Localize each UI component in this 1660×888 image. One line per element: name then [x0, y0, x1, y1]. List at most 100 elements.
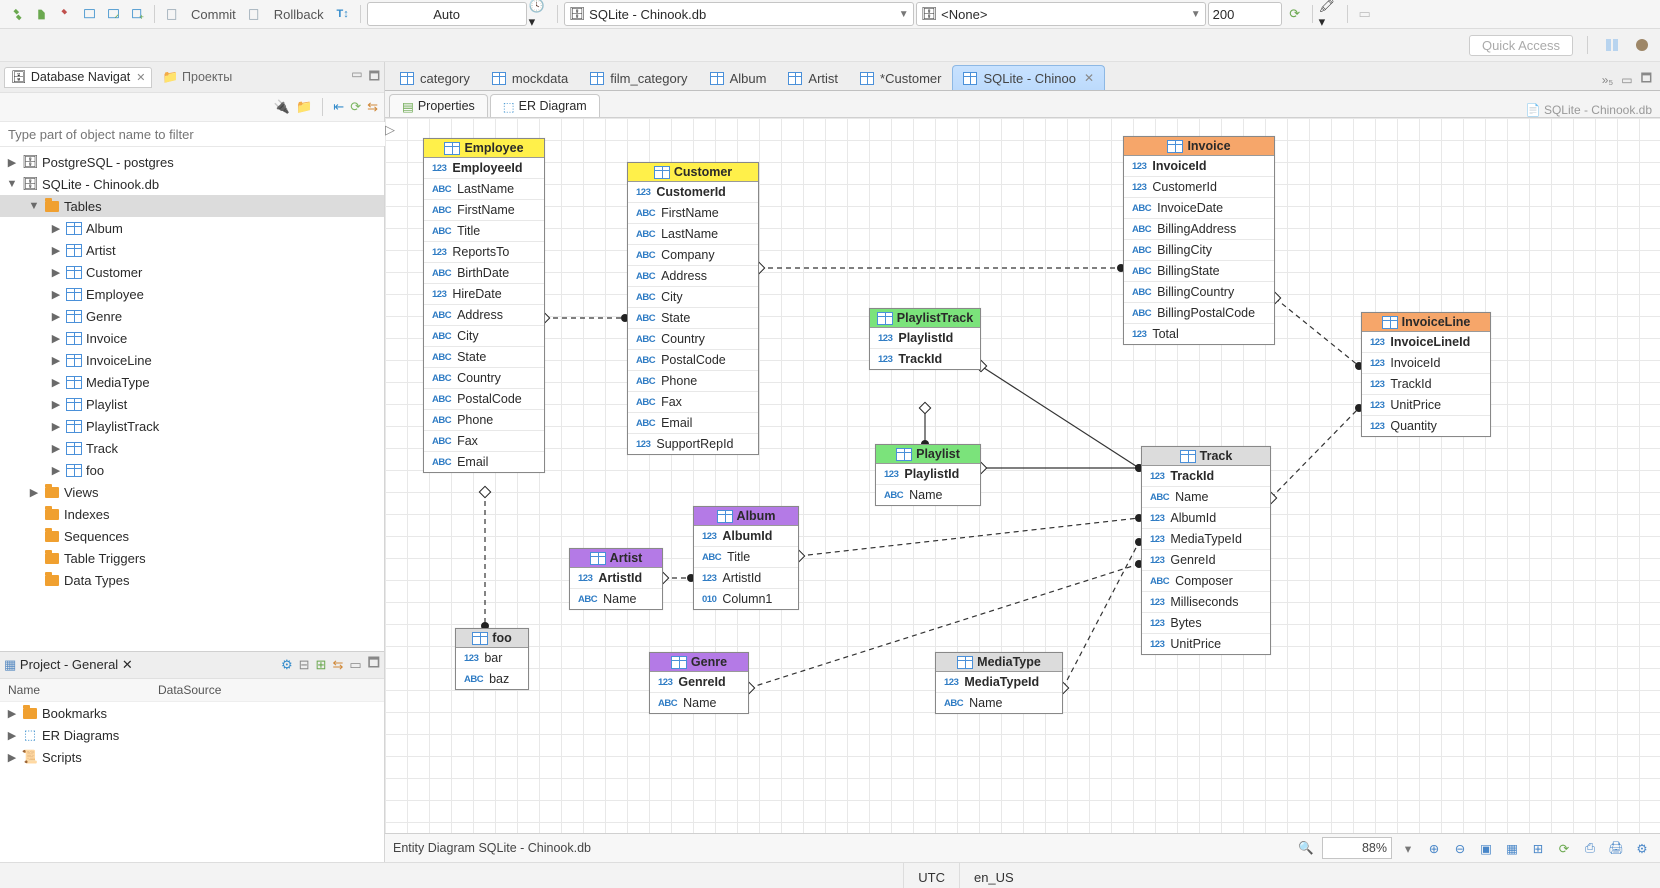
- expand-arrow-icon[interactable]: ▶: [6, 729, 18, 742]
- expand-arrow-icon[interactable]: ▶: [6, 707, 18, 720]
- dbeaver-icon[interactable]: [1632, 35, 1652, 55]
- editor-tab[interactable]: SQLite - Chinoo✕: [952, 65, 1105, 90]
- expand-arrow-icon[interactable]: ▶: [50, 442, 62, 455]
- refresh-icon[interactable]: ⟳: [350, 99, 361, 115]
- perspective-icon[interactable]: [1602, 35, 1622, 55]
- expand-arrow-icon[interactable]: ▶: [50, 244, 62, 257]
- tree-item[interactable]: ▶Invoice: [0, 327, 384, 349]
- expand-arrow-icon[interactable]: ▶: [50, 354, 62, 367]
- connect-icon[interactable]: 🔌: [274, 99, 290, 115]
- expand-arrow-icon[interactable]: ▶: [50, 266, 62, 279]
- editor-tab[interactable]: category: [389, 65, 481, 90]
- entity-column[interactable]: ABCbaz: [456, 669, 528, 689]
- entity-column[interactable]: 123AlbumId: [1142, 508, 1270, 529]
- entity-foo[interactable]: foo123barABCbaz: [455, 628, 529, 690]
- entity-column[interactable]: ABCPostalCode: [424, 389, 544, 410]
- tree-item[interactable]: Data Types: [0, 569, 384, 591]
- gear-icon[interactable]: ⚙: [1632, 838, 1652, 858]
- tree-item[interactable]: ▶foo: [0, 459, 384, 481]
- connect-icon[interactable]: [30, 3, 52, 25]
- grid-icon[interactable]: ▦: [1502, 838, 1522, 858]
- expand-arrow-icon[interactable]: ▶: [28, 486, 40, 499]
- project-item[interactable]: ▶Bookmarks: [0, 702, 384, 724]
- tree-item[interactable]: Indexes: [0, 503, 384, 525]
- entity-header[interactable]: Customer: [628, 163, 758, 182]
- entity-column[interactable]: ABCCompany: [628, 245, 758, 266]
- entity-column[interactable]: ABCCountry: [628, 329, 758, 350]
- entity-column[interactable]: 123Milliseconds: [1142, 592, 1270, 613]
- editor-tab[interactable]: mockdata: [481, 65, 579, 90]
- entity-header[interactable]: MediaType: [936, 653, 1062, 672]
- entity-header[interactable]: Genre: [650, 653, 748, 672]
- expand-arrow-icon[interactable]: ▶: [50, 398, 62, 411]
- entity-column[interactable]: ABCFirstName: [628, 203, 758, 224]
- projects-tab[interactable]: 📁 Проекты: [156, 68, 238, 87]
- quick-access[interactable]: Quick Access: [1469, 35, 1573, 56]
- entity-track[interactable]: Track123TrackIdABCName123AlbumId123Media…: [1141, 446, 1271, 655]
- entity-column[interactable]: ABCName: [1142, 487, 1270, 508]
- entity-column[interactable]: 123MediaTypeId: [936, 672, 1062, 693]
- entity-column[interactable]: ABCEmail: [424, 452, 544, 472]
- project-tab[interactable]: ▦ Project - General ✕: [4, 657, 133, 673]
- entity-column[interactable]: 123CustomerId: [1124, 177, 1274, 198]
- entity-column[interactable]: ABCTitle: [424, 221, 544, 242]
- entity-genre[interactable]: Genre123GenreIdABCName: [649, 652, 749, 714]
- disconnect-icon[interactable]: [54, 3, 76, 25]
- entity-column[interactable]: 123GenreId: [650, 672, 748, 693]
- entity-customer[interactable]: Customer123CustomerIdABCFirstNameABCLast…: [627, 162, 759, 455]
- highlight-icon[interactable]: 🖍▾: [1319, 3, 1341, 25]
- entity-column[interactable]: ABCFirstName: [424, 200, 544, 221]
- entity-playlist[interactable]: Playlist123PlaylistIdABCName: [875, 444, 981, 506]
- print-icon[interactable]: 🖨: [1606, 838, 1626, 858]
- entity-column[interactable]: 123Quantity: [1362, 416, 1490, 436]
- commit-label[interactable]: Commit: [185, 7, 242, 22]
- tree-item[interactable]: ▶Album: [0, 217, 384, 239]
- entity-column[interactable]: ABCInvoiceDate: [1124, 198, 1274, 219]
- entity-invoiceline[interactable]: InvoiceLine123InvoiceLineId123InvoiceId1…: [1361, 312, 1491, 437]
- tx-mode-icon[interactable]: T↕: [332, 3, 354, 25]
- tree-item[interactable]: ▶Genre: [0, 305, 384, 327]
- tree-item[interactable]: Sequences: [0, 525, 384, 547]
- entity-column[interactable]: 123ArtistId: [570, 568, 662, 589]
- entity-column[interactable]: ABCBillingCountry: [1124, 282, 1274, 303]
- project-item[interactable]: ▶📜Scripts: [0, 746, 384, 768]
- close-icon[interactable]: ✕: [1084, 71, 1094, 85]
- entity-column[interactable]: 123PlaylistId: [870, 328, 980, 349]
- nav-filter-input[interactable]: [0, 122, 400, 146]
- minimize-icon[interactable]: ▭: [351, 67, 362, 88]
- entity-column[interactable]: ABCBillingAddress: [1124, 219, 1274, 240]
- entity-column[interactable]: 123EmployeeId: [424, 158, 544, 179]
- editor-tab[interactable]: film_category: [579, 65, 698, 90]
- sql-console-icon[interactable]: [78, 3, 100, 25]
- entity-header[interactable]: Employee: [424, 139, 544, 158]
- entity-column[interactable]: 123UnitPrice: [1362, 395, 1490, 416]
- refresh-icon[interactable]: ⟳: [1284, 3, 1306, 25]
- export-icon[interactable]: ⎙: [1580, 838, 1600, 858]
- layout-icon[interactable]: ⊞: [1528, 838, 1548, 858]
- entity-column[interactable]: 123TrackId: [870, 349, 980, 369]
- project-item[interactable]: ▶⬚ER Diagrams: [0, 724, 384, 746]
- entity-column[interactable]: ABCFax: [628, 392, 758, 413]
- tree-item[interactable]: ▶Artist: [0, 239, 384, 261]
- expand-arrow-icon[interactable]: ▶: [6, 751, 18, 764]
- link-icon[interactable]: ⇆: [332, 657, 343, 673]
- entity-header[interactable]: Invoice: [1124, 137, 1274, 156]
- entity-column[interactable]: 123InvoiceLineId: [1362, 332, 1490, 353]
- close-icon[interactable]: ✕: [136, 71, 145, 84]
- rollback-label[interactable]: Rollback: [268, 7, 330, 22]
- add-script-icon[interactable]: +: [126, 3, 148, 25]
- zoom-field[interactable]: 88%: [1322, 837, 1392, 859]
- editor-subtabs[interactable]: ▤ Properties ⬚ ER Diagram 📄 SQLite - Chi…: [385, 91, 1660, 118]
- entity-column[interactable]: ABCState: [628, 308, 758, 329]
- entity-album[interactable]: Album123AlbumIdABCTitle123ArtistId010Col…: [693, 506, 799, 610]
- entity-header[interactable]: Track: [1142, 447, 1270, 466]
- status-locale[interactable]: en_US: [959, 863, 1028, 888]
- chevron-down-icon[interactable]: ▾: [1398, 838, 1418, 858]
- entity-column[interactable]: ABCBillingPostalCode: [1124, 303, 1274, 324]
- entity-column[interactable]: ABCFax: [424, 431, 544, 452]
- entity-column[interactable]: ABCName: [936, 693, 1062, 713]
- entity-column[interactable]: 123GenreId: [1142, 550, 1270, 571]
- entity-column[interactable]: 123ReportsTo: [424, 242, 544, 263]
- nav-tree[interactable]: ▶🗄PostgreSQL - postgres▼🗄SQLite - Chinoo…: [0, 147, 384, 651]
- entity-employee[interactable]: Employee123EmployeeIdABCLastNameABCFirst…: [423, 138, 545, 473]
